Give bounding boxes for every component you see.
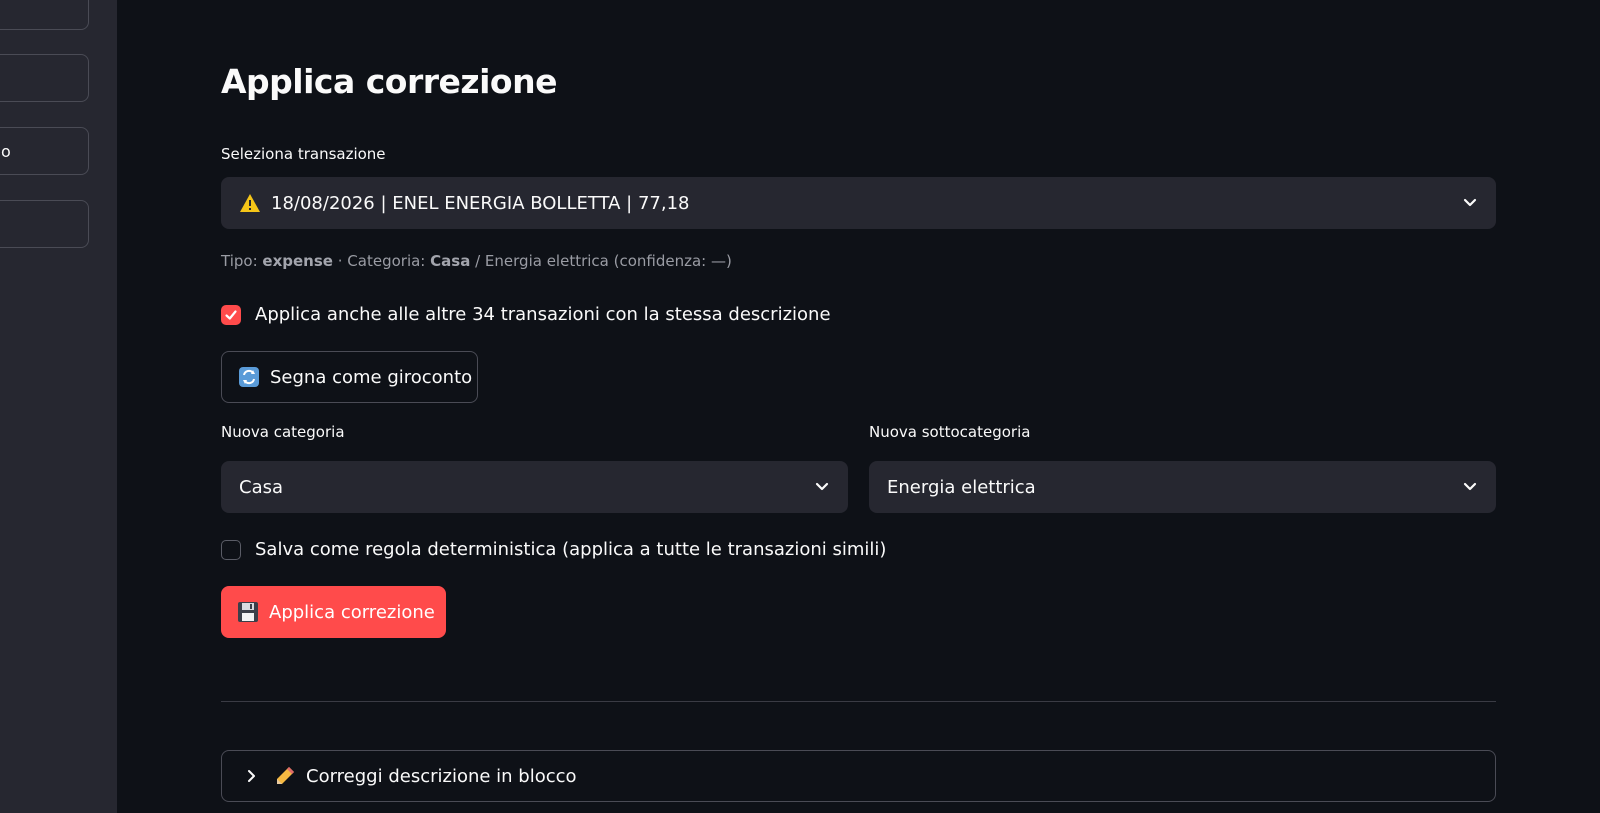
transaction-select-value: 18/08/2026 | ENEL ENERGIA BOLLETTA | 77,…: [271, 192, 690, 214]
page-title: Applica correzione: [221, 62, 557, 101]
giroconto-label: Segna come giroconto: [270, 366, 473, 388]
checkmark-icon: [225, 309, 237, 320]
sidebar: o: [0, 0, 117, 813]
floppy-disk-icon: [237, 601, 259, 623]
chevron-down-icon: [1463, 198, 1477, 207]
pencil-icon: [274, 765, 296, 787]
apply-all-checkbox-row[interactable]: Applica anche alle altre 34 transazioni …: [221, 304, 831, 325]
category-select-value: Casa: [239, 476, 284, 498]
arrows-refresh-icon: [238, 366, 260, 388]
transaction-caption: Tipo: expense · Categoria: Casa / Energi…: [221, 252, 732, 270]
sidebar-button-4[interactable]: [0, 200, 89, 248]
chevron-down-icon: [1463, 482, 1477, 491]
apply-correction-button[interactable]: Applica correzione: [221, 586, 446, 638]
expander-label: Correggi descrizione in blocco: [306, 765, 577, 787]
chevron-right-icon: [248, 770, 255, 782]
apply-correction-label: Applica correzione: [269, 601, 435, 623]
divider: [221, 701, 1496, 702]
sidebar-button-3-label: o: [1, 141, 11, 161]
sidebar-button-1[interactable]: [0, 0, 89, 30]
categoria-value: Casa: [430, 252, 471, 270]
chevron-down-icon: [815, 482, 829, 491]
rule-checkbox[interactable]: [221, 539, 241, 560]
apply-all-checkbox[interactable]: [221, 304, 241, 325]
subcategory-select[interactable]: Energia elettrica: [869, 461, 1496, 513]
subcategory-select-label: Nuova sottocategoria: [869, 423, 1031, 441]
transaction-select-label: Seleziona transazione: [221, 145, 386, 163]
rule-checkbox-label: Salva come regola deterministica (applic…: [255, 539, 887, 560]
category-select-label: Nuova categoria: [221, 423, 345, 441]
transaction-select[interactable]: 18/08/2026 | ENEL ENERGIA BOLLETTA | 77,…: [221, 177, 1496, 229]
rule-checkbox-row[interactable]: Salva come regola deterministica (applic…: [221, 539, 886, 560]
tipo-value: expense: [262, 252, 333, 270]
category-select[interactable]: Casa: [221, 461, 848, 513]
apply-all-label: Applica anche alle altre 34 transazioni …: [255, 304, 831, 325]
giroconto-button[interactable]: Segna come giroconto: [221, 351, 478, 403]
subcategory-select-value: Energia elettrica: [887, 476, 1036, 498]
warning-icon: [239, 193, 261, 213]
bulk-description-expander[interactable]: Correggi descrizione in blocco: [221, 750, 1496, 802]
sidebar-button-3[interactable]: o: [0, 127, 89, 175]
sidebar-button-2[interactable]: [0, 54, 89, 102]
